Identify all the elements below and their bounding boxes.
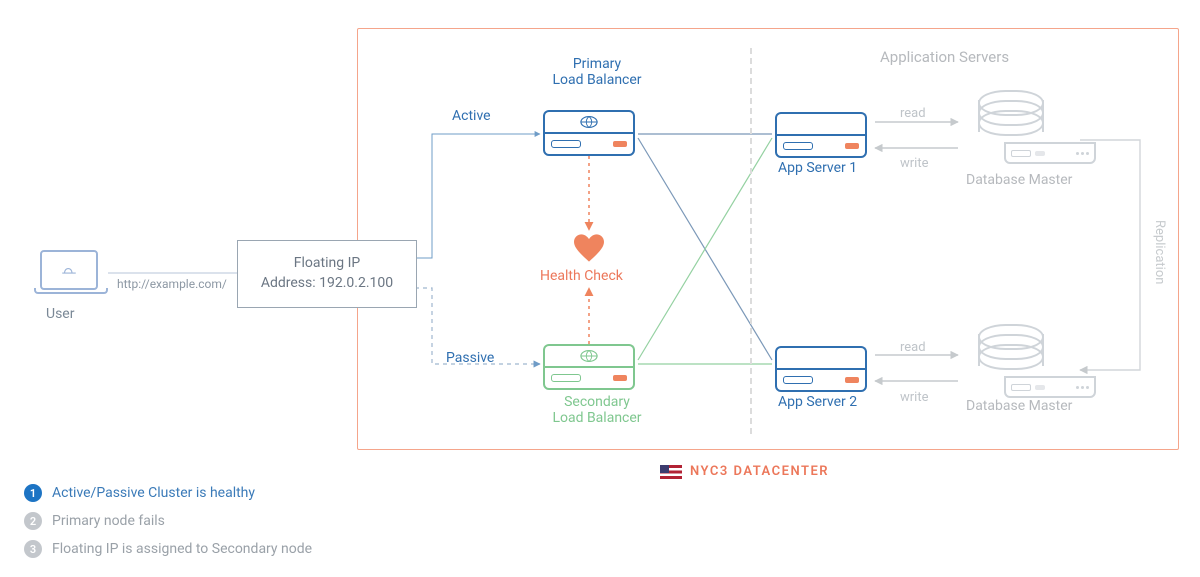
floating-ip-line1: Floating IP bbox=[294, 254, 360, 274]
legend-text-3: Floating IP is assigned to Secondary nod… bbox=[52, 541, 312, 557]
legend-item-3: 3 Floating IP is assigned to Secondary n… bbox=[24, 540, 312, 558]
legend-item-1: 1 Active/Passive Cluster is healthy bbox=[24, 484, 312, 502]
active-label: Active bbox=[452, 108, 491, 124]
app-server-1-label: App Server 1 bbox=[778, 160, 857, 176]
us-flag-icon bbox=[660, 465, 682, 479]
url-label: http://example.com/ bbox=[117, 277, 227, 291]
legend-text-2: Primary node fails bbox=[52, 513, 165, 529]
primary-lb-title-l1: Primary bbox=[552, 56, 642, 72]
datacenter-label: NYC3 DATACENTER bbox=[660, 464, 829, 479]
legend-number-2: 2 bbox=[24, 512, 42, 530]
primary-lb-title: Primary Load Balancer bbox=[552, 56, 642, 88]
secondary-load-balancer bbox=[543, 344, 635, 388]
floating-ip-line2: Address: 192.0.2.100 bbox=[261, 274, 393, 294]
floating-ip-box: Floating IP Address: 192.0.2.100 bbox=[237, 240, 417, 308]
read-label-2: read bbox=[900, 340, 926, 355]
app-server-2-label: App Server 2 bbox=[778, 394, 857, 410]
primary-load-balancer bbox=[543, 110, 635, 154]
secondary-lb-title-l2: Load Balancer bbox=[552, 410, 642, 426]
legend-item-2: 2 Primary node fails bbox=[24, 512, 312, 530]
primary-lb-title-l2: Load Balancer bbox=[552, 72, 642, 88]
write-label-1: write bbox=[900, 156, 928, 171]
legend-number-1: 1 bbox=[24, 484, 42, 502]
database-2-base bbox=[1004, 376, 1096, 398]
read-label-1: read bbox=[900, 106, 926, 121]
user-laptop-icon bbox=[34, 250, 104, 296]
replication-label: Replication bbox=[1152, 220, 1167, 284]
database-master-1 bbox=[978, 90, 1040, 144]
database-2-label: Database Master bbox=[966, 398, 1072, 414]
secondary-lb-title: Secondary Load Balancer bbox=[552, 394, 642, 426]
app-server-divider bbox=[750, 48, 752, 434]
database-master-2 bbox=[978, 324, 1040, 378]
legend-text-1: Active/Passive Cluster is healthy bbox=[52, 485, 255, 501]
app-server-1 bbox=[775, 112, 867, 156]
app-servers-heading: Application Servers bbox=[880, 48, 1009, 66]
legend: 1 Active/Passive Cluster is healthy 2 Pr… bbox=[24, 484, 312, 568]
health-check-label: Health Check bbox=[540, 268, 623, 284]
database-1-base bbox=[1004, 142, 1096, 164]
write-label-2: write bbox=[900, 390, 928, 405]
secondary-lb-title-l1: Secondary bbox=[552, 394, 642, 410]
database-1-label: Database Master bbox=[966, 172, 1072, 188]
diagram-canvas: { "user_label":"User", "url":"http://exa… bbox=[0, 0, 1200, 577]
datacenter-name: NYC3 DATACENTER bbox=[690, 464, 829, 479]
legend-number-3: 3 bbox=[24, 540, 42, 558]
app-server-2 bbox=[775, 346, 867, 390]
user-label: User bbox=[46, 306, 74, 322]
passive-label: Passive bbox=[446, 350, 494, 366]
heart-icon bbox=[574, 234, 604, 262]
